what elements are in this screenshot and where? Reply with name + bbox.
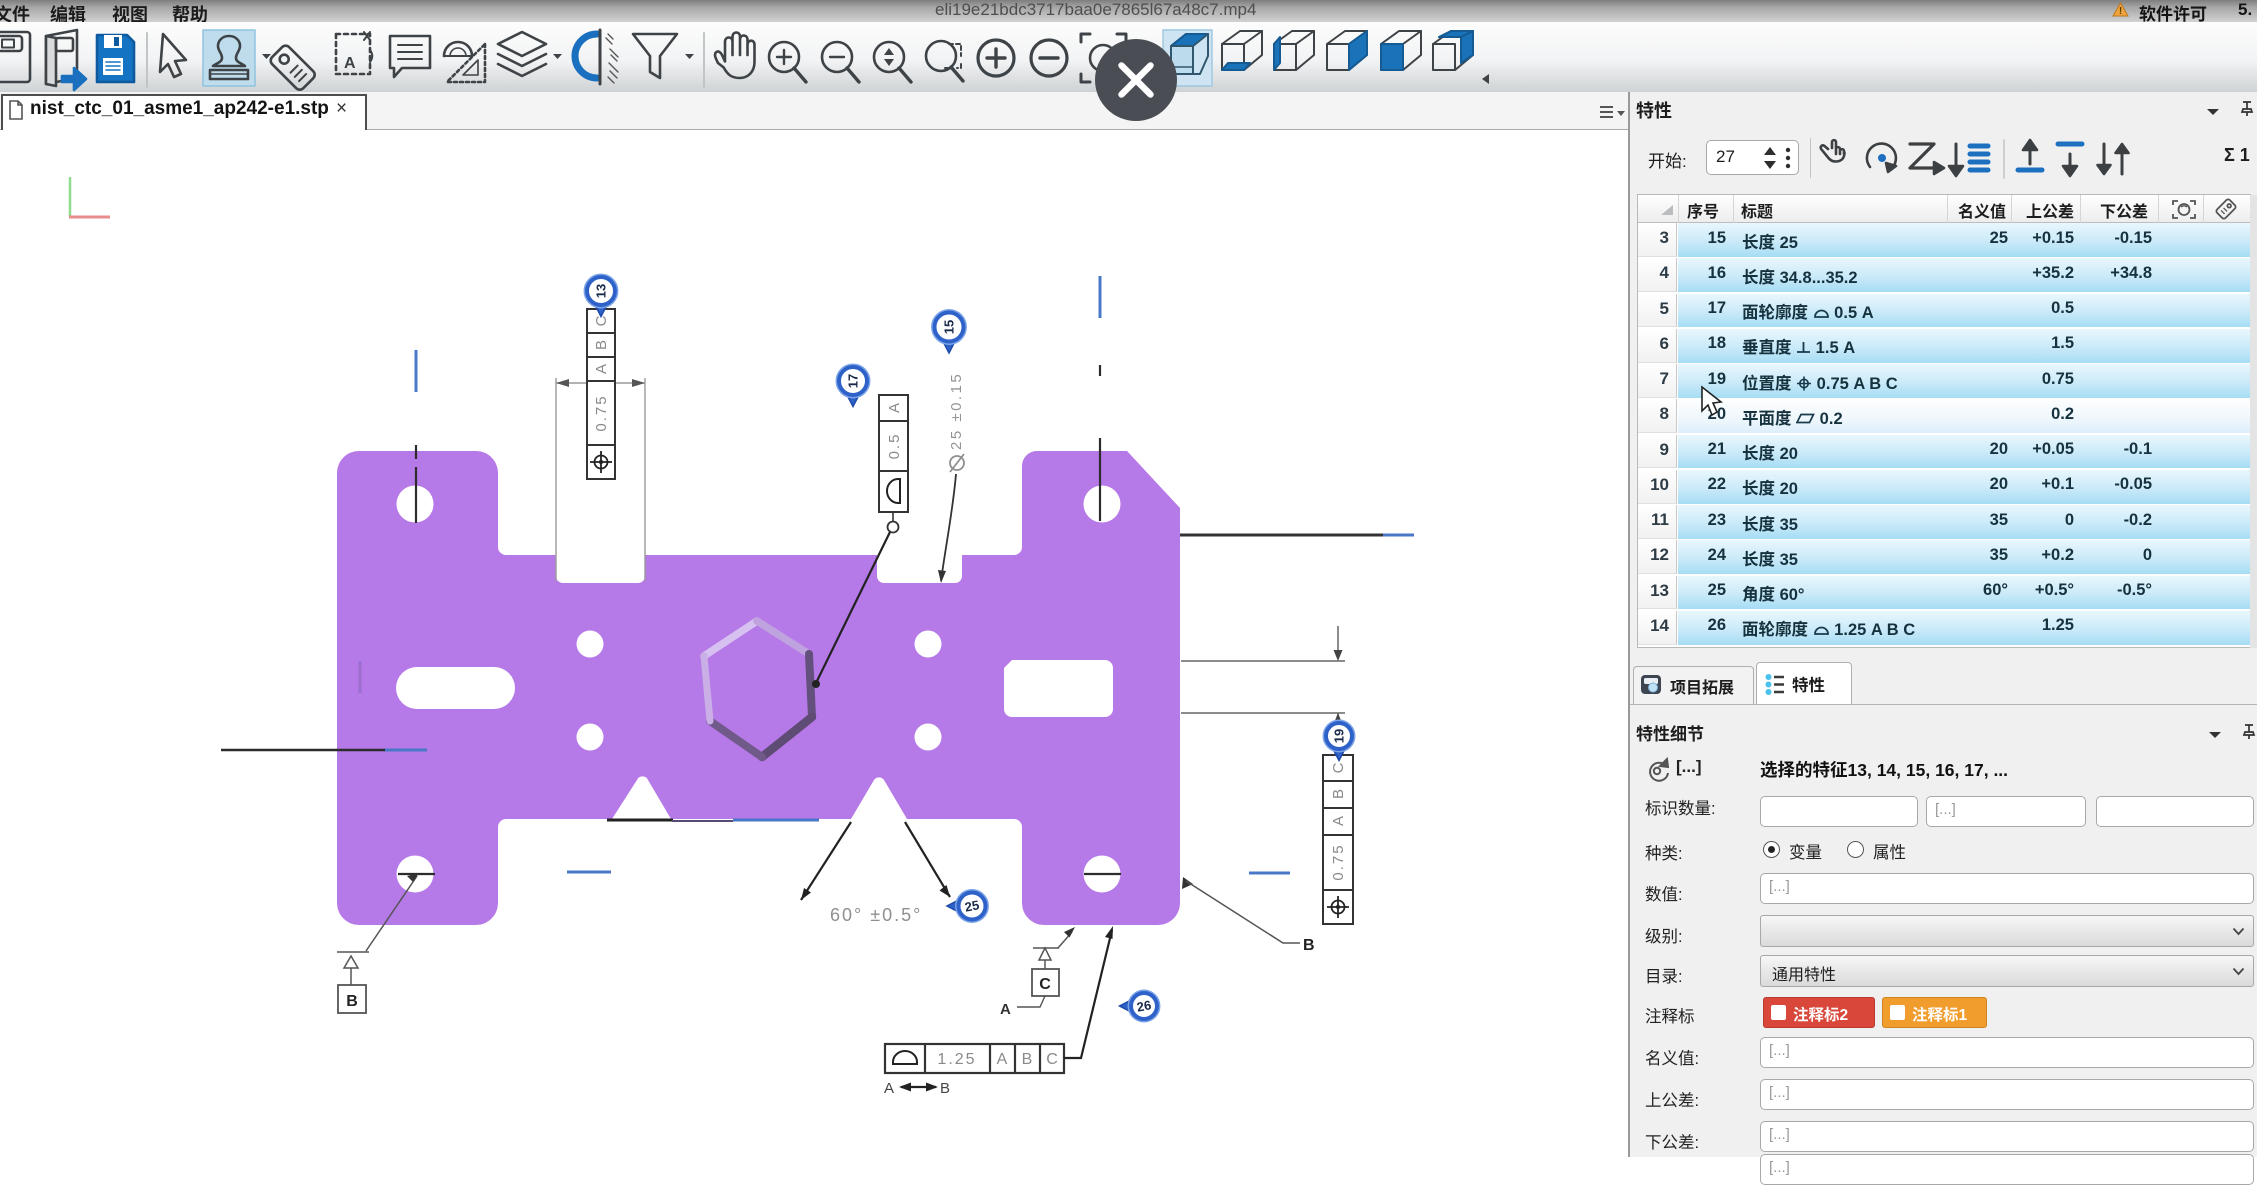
svg-text:25: 25: [964, 897, 981, 914]
svg-text:A: A: [1000, 1001, 1011, 1018]
svg-text:C: C: [1330, 762, 1347, 773]
svg-text:A: A: [884, 1080, 894, 1097]
svg-text:A: A: [344, 55, 356, 72]
svg-text:19: 19: [1332, 729, 1347, 743]
svg-text:17: 17: [846, 374, 861, 388]
svg-text:A: A: [886, 403, 903, 413]
svg-text:0.75: 0.75: [593, 394, 610, 431]
svg-text:A: A: [593, 364, 610, 374]
svg-text:B: B: [1022, 1051, 1033, 1068]
svg-text:26: 26: [1136, 997, 1153, 1014]
svg-text:0.75: 0.75: [1330, 843, 1347, 880]
svg-text:13: 13: [594, 284, 609, 298]
svg-text:B: B: [1303, 937, 1315, 954]
svg-text:C: C: [1039, 976, 1051, 993]
svg-text:C: C: [1046, 1051, 1058, 1068]
svg-text:B: B: [593, 340, 610, 350]
svg-text:!: !: [2119, 6, 2122, 17]
svg-text:15: 15: [942, 320, 957, 334]
svg-text:B: B: [940, 1080, 950, 1097]
svg-text:B: B: [1330, 789, 1347, 799]
svg-text:25 ±0.15: 25 ±0.15: [948, 372, 965, 450]
svg-text:1.25: 1.25: [937, 1051, 976, 1068]
svg-text:A: A: [997, 1051, 1008, 1068]
svg-text:0.5: 0.5: [886, 433, 903, 460]
svg-text:60° ±0.5°: 60° ±0.5°: [830, 905, 922, 925]
svg-text:B: B: [346, 993, 358, 1010]
svg-text:A: A: [1330, 816, 1347, 826]
